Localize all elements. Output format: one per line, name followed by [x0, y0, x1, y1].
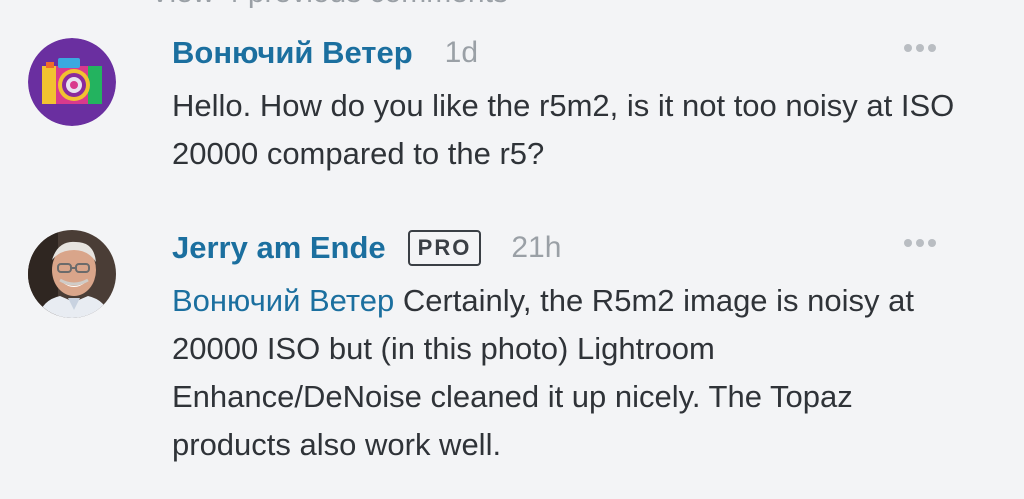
timestamp: 21h: [511, 231, 562, 264]
view-previous-comments-link[interactable]: View 4 previous comments: [150, 0, 508, 10]
timestamp: 1d: [444, 36, 479, 69]
more-options-icon[interactable]: [904, 44, 936, 52]
more-options-icon[interactable]: [904, 239, 936, 247]
pro-badge: PRO: [407, 230, 482, 266]
author-name[interactable]: Вонючий Ветер: [172, 35, 413, 71]
comment-header: Jerry am Ende PRO 21h: [172, 225, 561, 271]
camera-icon: [28, 38, 116, 126]
author-name[interactable]: Jerry am Ende: [172, 230, 386, 266]
comment-text: Hello. How do you like the r5m2, is it n…: [172, 88, 955, 171]
user-photo: [28, 230, 116, 318]
avatar[interactable]: [28, 230, 116, 318]
avatar[interactable]: [28, 38, 116, 126]
comment-header: Вонючий Ветер 1d: [172, 30, 478, 76]
comment-text: Вонючий Ветер Certainly, the R5m2 image …: [172, 277, 962, 469]
mention-link[interactable]: Вонючий Ветер: [172, 283, 394, 318]
